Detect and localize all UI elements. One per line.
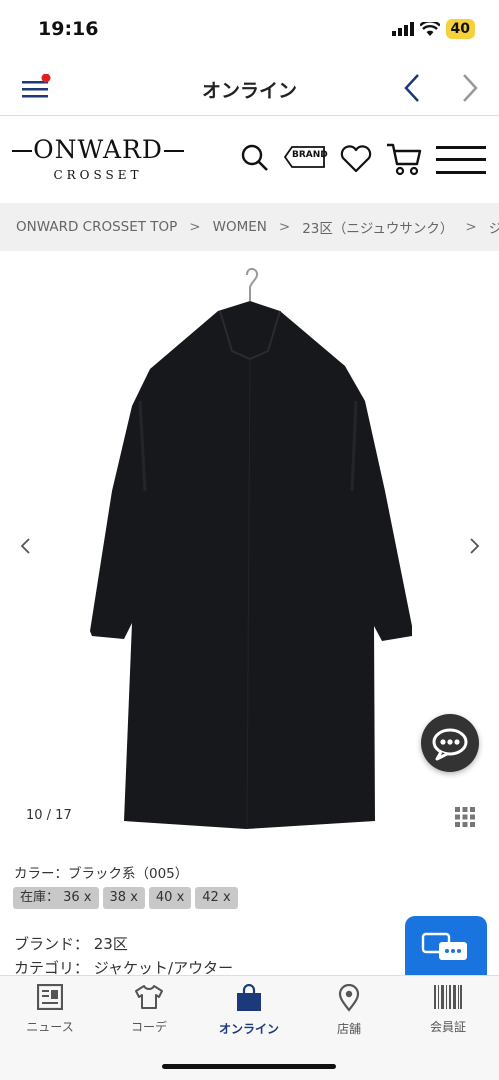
- status-bar: 19:16 40: [0, 0, 499, 60]
- feedback-button[interactable]: [405, 916, 487, 976]
- breadcrumb-separator-icon: >: [189, 219, 201, 235]
- tab-member-card[interactable]: 会員証: [400, 984, 496, 1035]
- app-title: オンライン: [201, 80, 297, 102]
- signal-icon: [391, 22, 414, 36]
- cart-icon[interactable]: [386, 142, 422, 176]
- tab-member-card-label: 会員証: [429, 1020, 466, 1034]
- news-icon: [37, 984, 63, 1010]
- next-image-arrow-icon[interactable]: [466, 537, 482, 555]
- prev-image-arrow-icon[interactable]: [18, 537, 34, 555]
- size-chip-40[interactable]: 40 x: [148, 887, 192, 909]
- tab-news[interactable]: ニュース: [2, 984, 98, 1035]
- size-chip-36[interactable]: 在庫： 36 x: [13, 887, 99, 909]
- chat-button[interactable]: [421, 714, 479, 772]
- map-pin-icon: [338, 984, 360, 1012]
- back-button[interactable]: [400, 72, 424, 104]
- home-indicator[interactable]: [162, 1064, 336, 1069]
- status-time: 19:16: [38, 18, 99, 40]
- brand-button-label: BRAND: [292, 150, 328, 160]
- size-chip-38[interactable]: 38 x: [102, 887, 145, 909]
- tab-store[interactable]: 店舗: [301, 984, 397, 1037]
- tab-online[interactable]: オンライン: [201, 984, 297, 1037]
- breadcrumb-separator-icon: >: [465, 219, 477, 235]
- product-color: カラー：ブラック系（005）: [14, 866, 189, 882]
- logo-sub-text: CROSSET: [53, 168, 143, 182]
- onward-crosset-logo[interactable]: ONWARD CROSSET: [12, 135, 184, 185]
- grid-view-icon[interactable]: [455, 807, 475, 827]
- site-header: ONWARD CROSSET BRAND: [0, 117, 499, 203]
- tab-coordinate[interactable]: コーデ: [101, 984, 197, 1035]
- forward-button[interactable]: [458, 72, 482, 104]
- tab-news-label: ニュース: [26, 1020, 74, 1034]
- chat-bubble-icon: [432, 728, 468, 761]
- barcode-icon: [434, 985, 462, 1009]
- breadcrumb-item-category[interactable]: ジャケ: [489, 217, 499, 237]
- size-stock-row: 在庫： 36 x 38 x 40 x 42 x: [13, 887, 238, 909]
- app-header: オンライン: [0, 60, 499, 116]
- search-icon[interactable]: [240, 143, 270, 173]
- tab-store-label: 店舗: [336, 1022, 361, 1036]
- speech-bubbles-icon: [421, 932, 467, 960]
- chevron-left-icon: [404, 74, 419, 102]
- menu-lines-icon[interactable]: [436, 144, 486, 176]
- tab-online-label: オンライン: [218, 1022, 279, 1036]
- breadcrumb-item-women[interactable]: WOMEN: [213, 219, 267, 235]
- breadcrumb-separator-icon: >: [278, 219, 291, 235]
- logo-main-text: ONWARD: [33, 135, 163, 164]
- breadcrumb-item-brand[interactable]: 23区（ニジュウサンク）: [302, 217, 453, 237]
- heart-icon[interactable]: [340, 145, 372, 173]
- breadcrumb-item-top[interactable]: ONWARD CROSSET TOP: [16, 219, 177, 235]
- breadcrumb: ONWARD CROSSET TOP > WOMEN > 23区（ニジュウサンク…: [0, 203, 499, 251]
- shopping-bag-icon: [237, 984, 261, 1011]
- wifi-icon: [419, 22, 440, 36]
- tab-coordinate-label: コーデ: [130, 1020, 167, 1034]
- logo-line-right: [164, 150, 184, 152]
- battery-indicator: 40: [445, 19, 475, 39]
- brand-button[interactable]: BRAND: [284, 145, 328, 169]
- chevron-right-icon: [463, 74, 478, 102]
- product-brand: ブランド： 23区: [14, 935, 128, 953]
- image-counter: 10 / 17: [26, 808, 72, 823]
- size-chip-42[interactable]: 42 x: [195, 887, 238, 909]
- status-icons: 40: [391, 19, 475, 39]
- tshirt-icon: [135, 985, 163, 1009]
